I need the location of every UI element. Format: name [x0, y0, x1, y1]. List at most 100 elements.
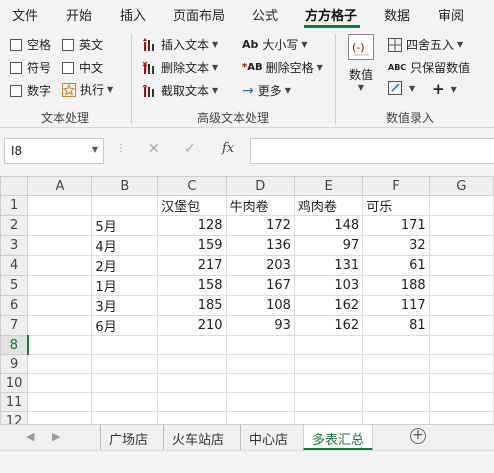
cell[interactable] [27, 354, 93, 374]
cell[interactable] [225, 411, 295, 424]
keep-numeric-button[interactable]: ABC 只保留数值 [388, 59, 470, 76]
cell[interactable] [428, 215, 494, 236]
cell[interactable] [428, 411, 494, 424]
cell[interactable] [293, 392, 364, 412]
cell[interactable]: 131 [293, 255, 364, 276]
cell[interactable] [157, 354, 227, 374]
cell[interactable]: 217 [157, 255, 227, 276]
cell[interactable]: 167 [225, 275, 295, 296]
delete-spaces-button[interactable]: *AB 删除空格 ▼ [242, 59, 323, 76]
cell[interactable] [91, 392, 159, 412]
cell[interactable] [27, 392, 93, 412]
cell[interactable] [91, 411, 159, 424]
cell[interactable]: 203 [225, 255, 295, 276]
checkbox-english[interactable]: 英文 [62, 36, 103, 53]
delete-text-button[interactable]: 删除文本 ▼ [143, 59, 218, 76]
cell[interactable] [91, 373, 159, 393]
cell[interactable]: 108 [225, 295, 295, 316]
tab-page-layout[interactable]: 页面布局 [173, 5, 225, 24]
tab-home[interactable]: 开始 [66, 5, 92, 24]
cell[interactable] [27, 255, 93, 276]
confirm-icon[interactable]: ✓ [184, 141, 196, 157]
cell[interactable] [27, 315, 93, 336]
sheet-tab-center[interactable]: 中心店 [240, 425, 296, 450]
cell[interactable]: 5月 [91, 215, 159, 236]
cell[interactable] [428, 392, 494, 412]
checkbox-space[interactable]: 空格 [10, 36, 51, 53]
cell[interactable]: 172 [225, 215, 295, 236]
cancel-icon[interactable]: ✕ [148, 141, 160, 157]
cell[interactable] [428, 335, 494, 355]
cell[interactable]: 32 [362, 235, 430, 256]
cell[interactable]: 171 [362, 215, 430, 236]
tab-formulas[interactable]: 公式 [252, 5, 278, 24]
cell[interactable]: 6月 [91, 315, 159, 336]
execute-button[interactable]: 执行 ▼ [62, 81, 113, 98]
cell[interactable] [362, 354, 430, 374]
cell[interactable]: 148 [293, 215, 364, 236]
tab-review[interactable]: 审阅 [438, 5, 464, 24]
round-button[interactable]: 四舍五入 ▼ [388, 36, 463, 53]
name-box[interactable]: I8 ▼ [4, 138, 104, 164]
cell[interactable] [225, 373, 295, 393]
cell[interactable]: 185 [157, 295, 227, 316]
cell[interactable]: 鸡肉卷 [293, 195, 364, 216]
cell[interactable] [27, 215, 93, 236]
row-header[interactable]: 5 [0, 275, 29, 296]
cell[interactable] [428, 235, 494, 256]
cell[interactable] [157, 373, 227, 393]
cell[interactable]: 97 [293, 235, 364, 256]
cell[interactable]: 159 [157, 235, 227, 256]
cell[interactable] [293, 373, 364, 393]
cell[interactable] [362, 373, 430, 393]
cell[interactable]: 牛肉卷 [225, 195, 295, 216]
row-header[interactable]: 11 [0, 392, 29, 412]
row-header[interactable]: 10 [0, 373, 29, 393]
cell[interactable] [225, 354, 295, 374]
cell[interactable]: 可乐 [362, 195, 430, 216]
column-header[interactable]: F [362, 176, 430, 196]
chevron-down-icon[interactable]: ▼ [92, 145, 98, 154]
cell[interactable]: 4月 [91, 235, 159, 256]
checkbox-chinese[interactable]: 中文 [62, 59, 103, 76]
cell[interactable]: 136 [225, 235, 295, 256]
cell[interactable] [293, 335, 364, 355]
scroll-left-icon[interactable]: ◀ [26, 430, 34, 443]
column-header[interactable]: B [91, 176, 159, 196]
cell[interactable] [27, 275, 93, 296]
sheet-tab-plaza[interactable]: 广场店 [100, 425, 156, 450]
checkbox-number[interactable]: 数字 [10, 82, 51, 99]
tab-fangfang-gezi[interactable]: 方方格子 [305, 5, 357, 24]
row-header[interactable]: 2 [0, 215, 29, 236]
add-dropdown-button[interactable]: + ▼ [432, 80, 457, 98]
sheet-tab-station[interactable]: 火车站店 [163, 425, 232, 450]
checkbox-box[interactable] [62, 38, 74, 51]
cell[interactable]: 158 [157, 275, 227, 296]
cell[interactable]: 103 [293, 275, 364, 296]
cell[interactable]: 188 [362, 275, 430, 296]
select-all-corner[interactable] [0, 176, 29, 196]
cell[interactable] [293, 354, 364, 374]
cell[interactable]: 162 [293, 315, 364, 336]
column-header[interactable]: E [293, 176, 364, 196]
cell[interactable] [157, 392, 227, 412]
cell[interactable] [225, 392, 295, 412]
checkbox-box[interactable] [62, 61, 74, 74]
row-header[interactable]: 7 [0, 315, 29, 336]
cell[interactable]: 汉堡包 [157, 195, 227, 216]
tab-insert[interactable]: 插入 [120, 5, 146, 24]
cell[interactable] [428, 373, 494, 393]
cell[interactable] [293, 411, 364, 424]
cell[interactable] [225, 335, 295, 355]
cell[interactable]: 61 [362, 255, 430, 276]
checkbox-symbol[interactable]: 符号 [10, 59, 51, 76]
checkbox-box[interactable] [10, 61, 22, 74]
cell[interactable] [428, 275, 494, 296]
cell[interactable] [428, 315, 494, 336]
checkbox-box[interactable] [10, 38, 22, 51]
more-button[interactable]: → 更多 ▼ [242, 82, 291, 99]
cell[interactable] [428, 354, 494, 374]
cell[interactable] [157, 335, 227, 355]
row-header[interactable]: 9 [0, 354, 29, 374]
cell[interactable] [91, 195, 159, 216]
